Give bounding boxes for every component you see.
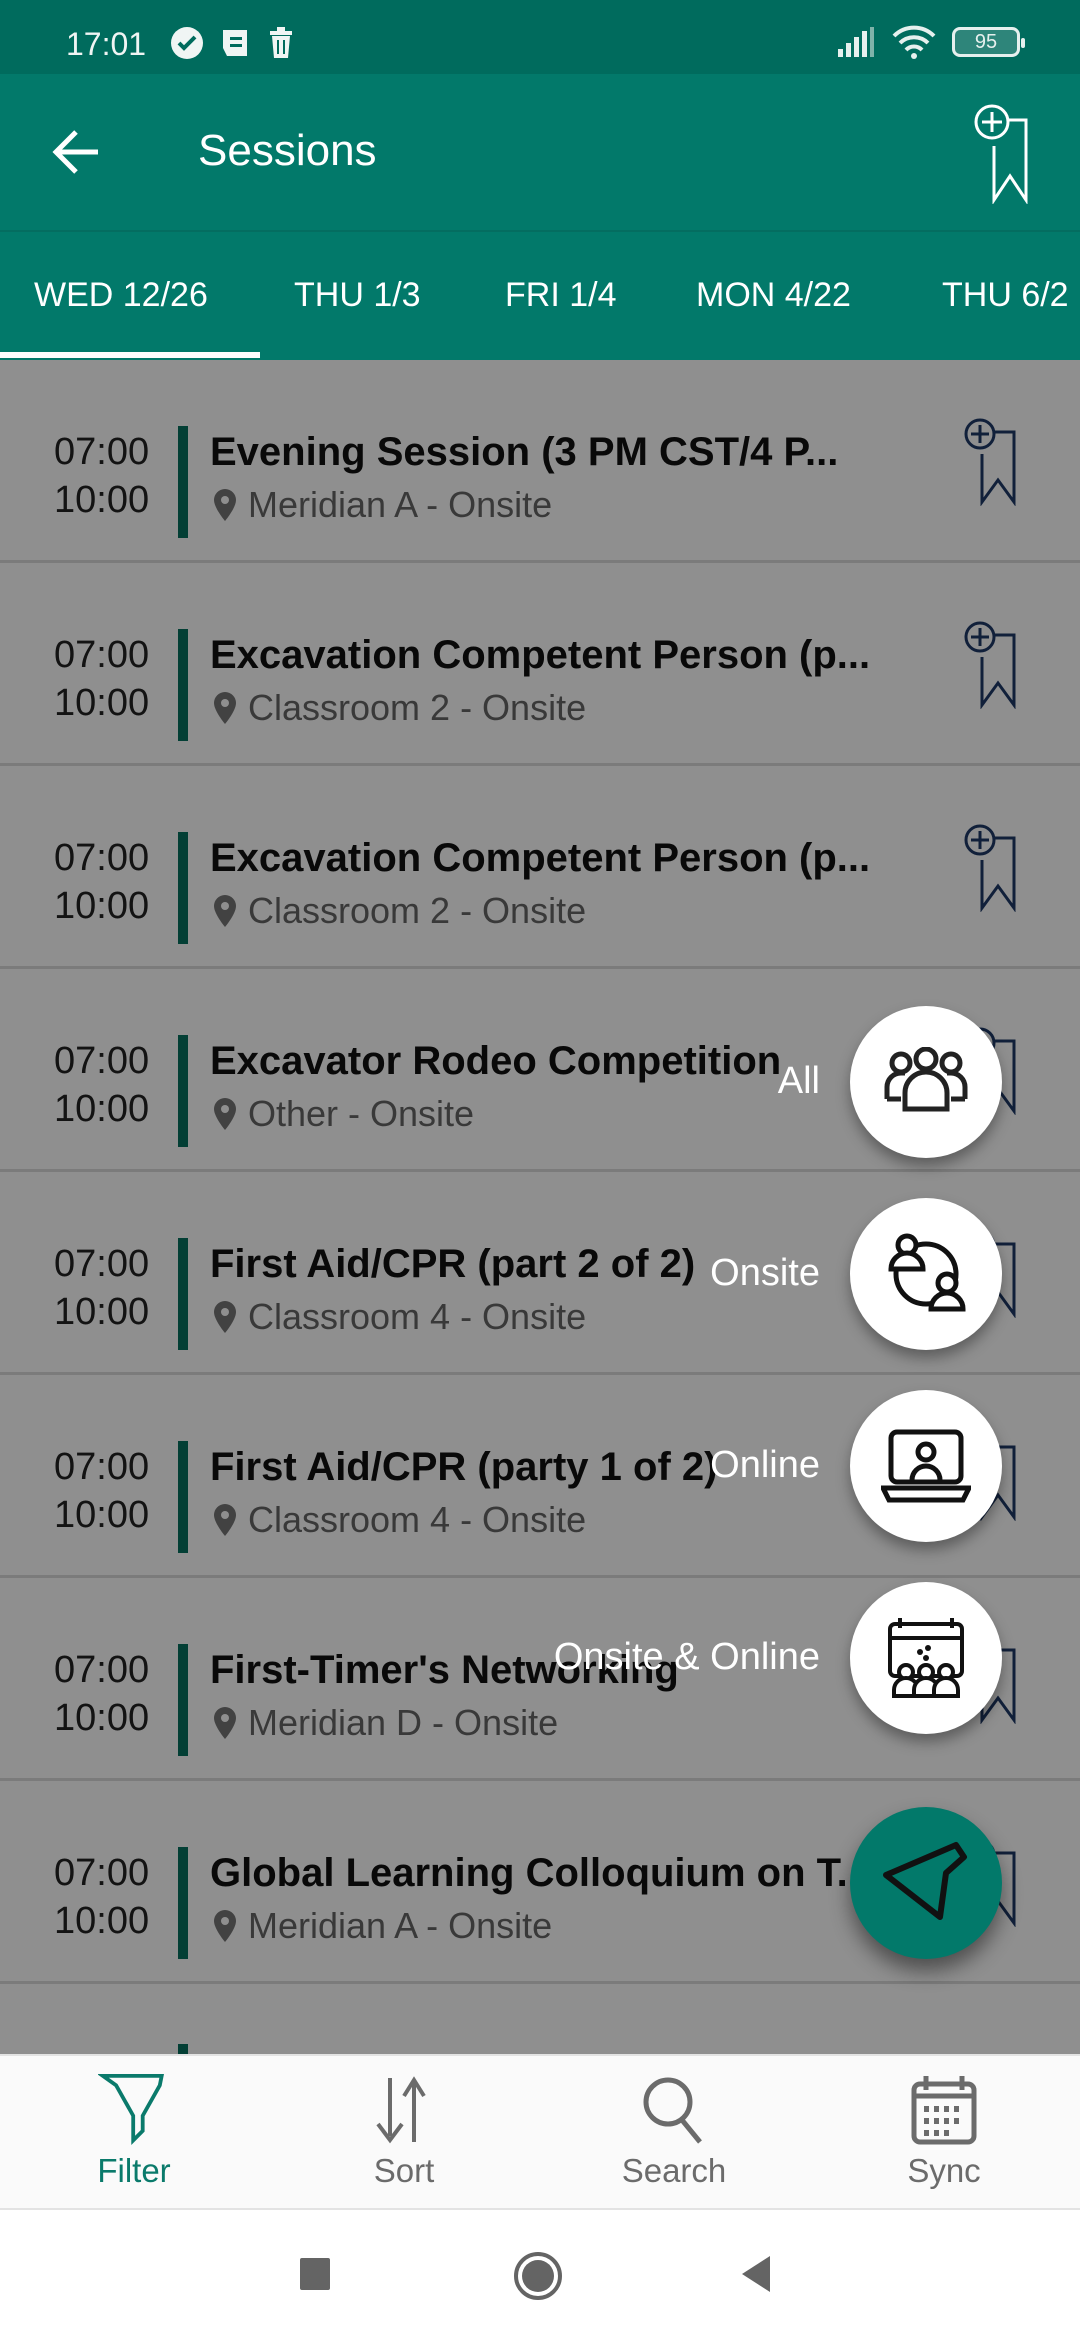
tab-fri-1-4[interactable]: FRI 1/4: [505, 276, 616, 315]
filter-funnel-icon: [883, 1842, 967, 1920]
search-icon: [643, 2077, 702, 2144]
filter-option-online-label: Online: [710, 1444, 820, 1486]
filter-icon: [98, 2074, 164, 2145]
tab-wed-12-26[interactable]: WED 12/26: [34, 276, 208, 315]
wifi-icon: [892, 25, 936, 59]
back-nav-button[interactable]: [738, 2254, 774, 2294]
status-bar: 17:01 95: [0, 0, 1080, 74]
home-button[interactable]: [512, 2250, 564, 2302]
status-time: 17:01: [66, 26, 147, 62]
recents-button[interactable]: [298, 2258, 332, 2292]
system-indicators: 95: [836, 24, 1025, 60]
notification-icons: [170, 26, 296, 60]
tab-thu-6-2[interactable]: THU 6/2: [942, 276, 1069, 315]
tab-indicator: [0, 352, 260, 358]
nav-search-label: Search: [621, 2152, 727, 2189]
nav-sync[interactable]: Sync: [844, 2074, 1044, 2204]
filter-option-onsite-online-button[interactable]: [850, 1582, 1002, 1734]
back-button[interactable]: [48, 124, 108, 180]
filter-option-online-button[interactable]: [850, 1390, 1002, 1542]
group-icon: [884, 1047, 968, 1112]
trash-icon: [270, 27, 292, 58]
notes-icon: [223, 30, 247, 56]
nav-filter[interactable]: Filter: [34, 2074, 234, 2204]
tab-thu-1-3[interactable]: THU 1/3: [294, 276, 421, 315]
filter-fab-button[interactable]: [850, 1807, 1002, 1959]
bottom-navigation: Filter Sort Search Sync: [0, 2054, 1080, 2210]
nav-sync-label: Sync: [907, 2152, 981, 2189]
nav-filter-label: Filter: [97, 2152, 171, 2189]
check-circle-icon: [171, 27, 203, 59]
calendar-audience-icon: [888, 1618, 964, 1698]
filter-option-onsite-online-label: Onsite & Online: [553, 1636, 820, 1678]
filter-option-all-label: All: [777, 1060, 820, 1102]
sort-icon: [376, 2076, 426, 2144]
filter-option-all-button[interactable]: [850, 1006, 1002, 1158]
tab-mon-4-22[interactable]: MON 4/22: [696, 276, 851, 315]
battery-level: 95: [974, 30, 998, 53]
page-title: Sessions: [198, 126, 377, 175]
app-bar: Sessions: [0, 74, 1080, 230]
add-bookmark-button[interactable]: [972, 104, 1038, 205]
calendar-icon: [911, 2076, 977, 2145]
filter-option-onsite-label: Onsite: [710, 1252, 820, 1294]
signal-icon: [838, 27, 874, 57]
nav-sort-label: Sort: [373, 2152, 435, 2189]
nav-search[interactable]: Search: [574, 2074, 774, 2204]
battery-icon: 95: [952, 27, 1025, 57]
laptop-user-icon: [881, 1429, 971, 1503]
bookmark-add-icon: [974, 104, 1028, 205]
nav-sort[interactable]: Sort: [304, 2074, 504, 2204]
onsite-people-icon: [888, 1233, 966, 1312]
date-tabs: WED 12/26 THU 1/3 FRI 1/4 MON 4/22 THU 6…: [0, 230, 1080, 360]
filter-option-onsite-button[interactable]: [850, 1198, 1002, 1350]
arrow-left-icon: [52, 130, 98, 174]
system-navigation-bar: [0, 2210, 1080, 2340]
